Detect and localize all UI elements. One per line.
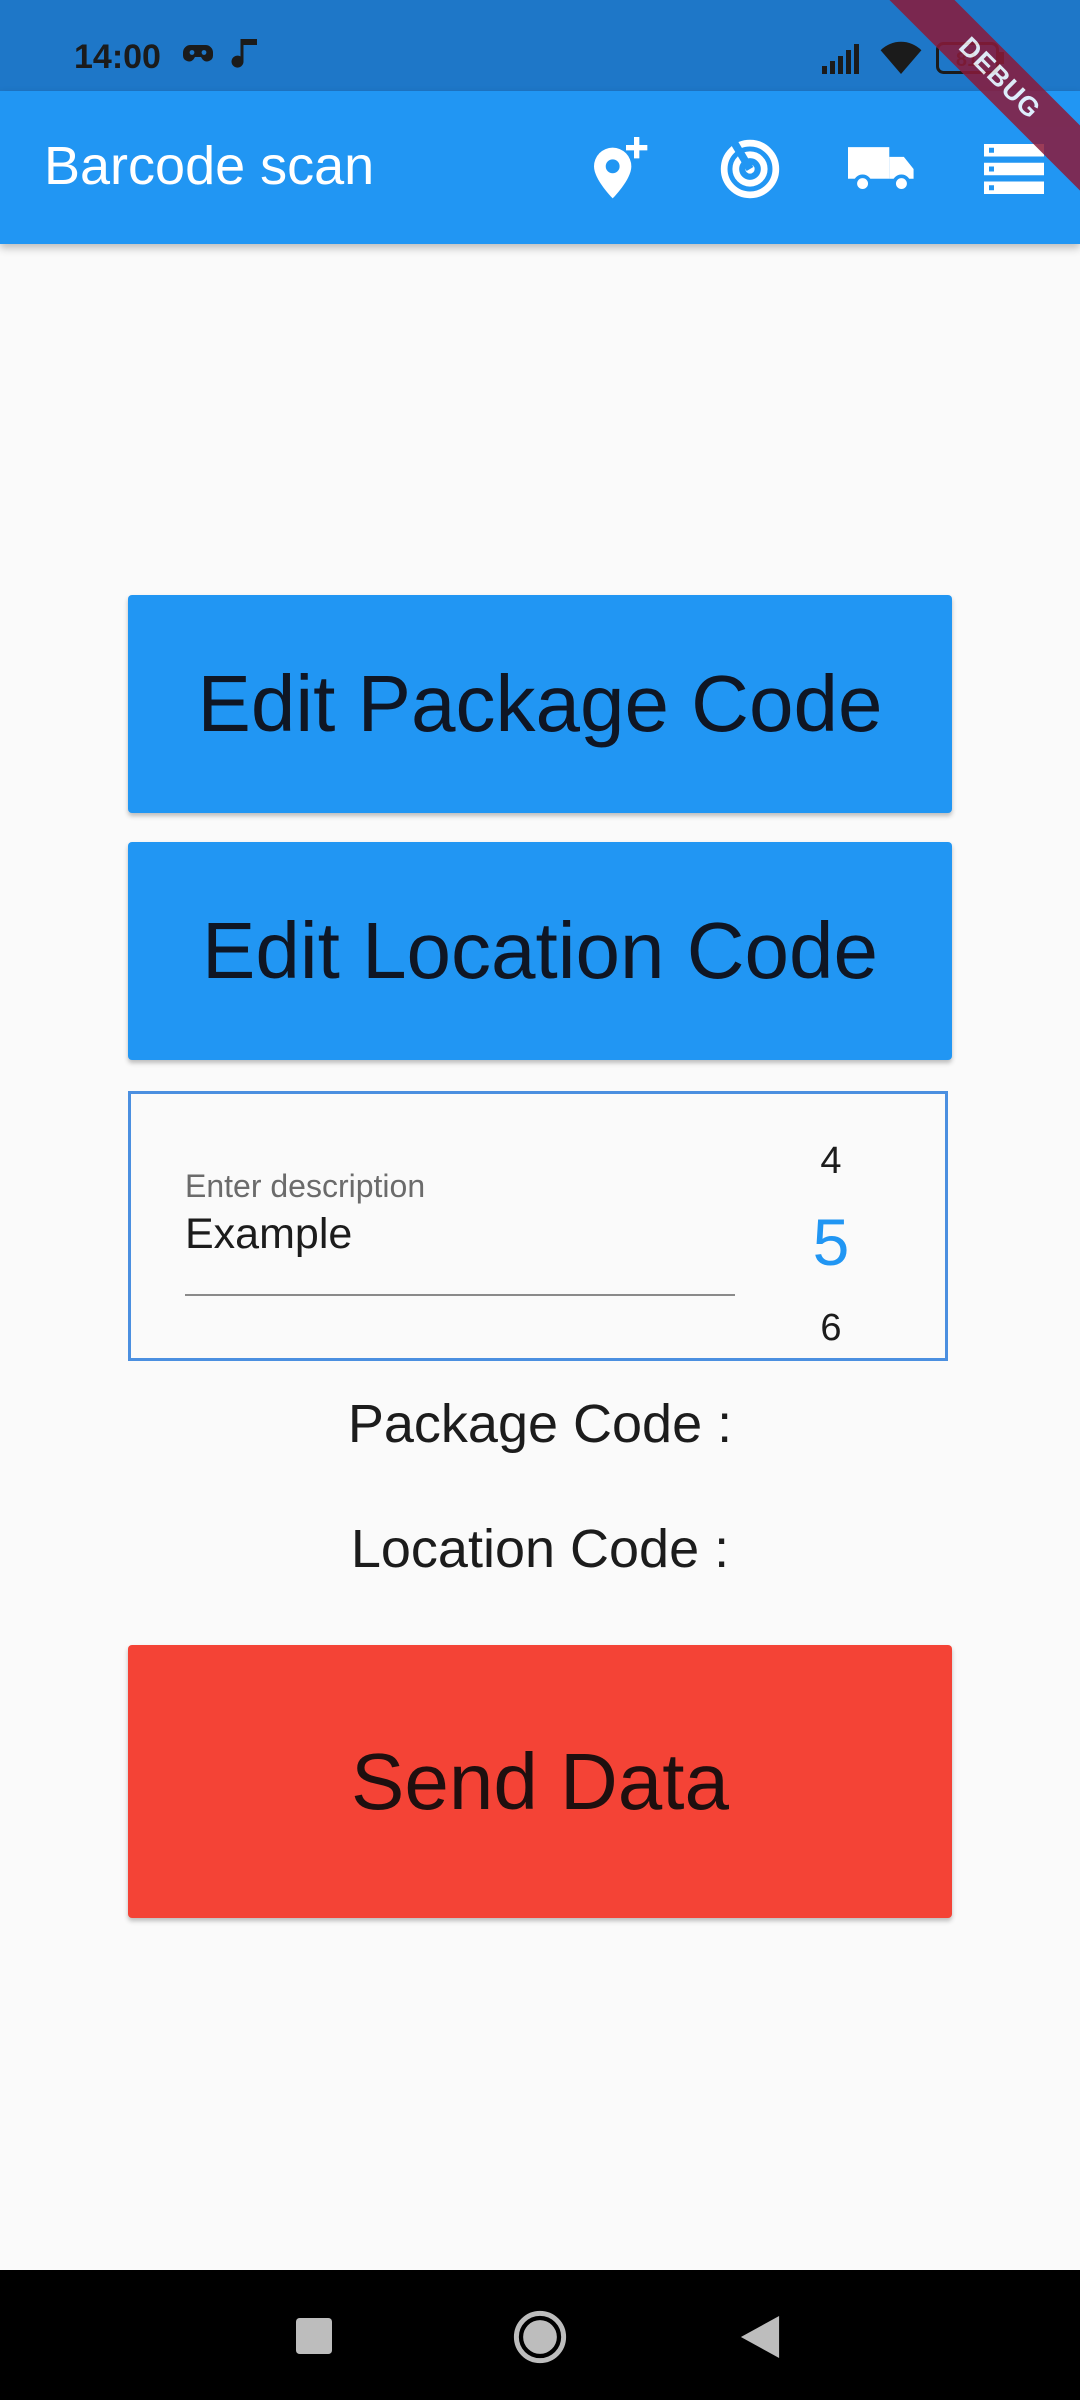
package-code-text: Package Code : bbox=[347, 1394, 733, 1454]
recents-icon[interactable] bbox=[296, 2318, 332, 2359]
send-data-button[interactable]: Send Data bbox=[128, 1645, 952, 1918]
description-input[interactable] bbox=[185, 1206, 735, 1262]
game-controller-icon bbox=[180, 36, 216, 77]
edit-location-code-button[interactable]: Edit Location Code bbox=[128, 842, 952, 1060]
back-icon[interactable] bbox=[740, 2316, 780, 2363]
description-label: Enter description bbox=[185, 1168, 426, 1204]
description-card: Enter description 4 5 6 bbox=[128, 1091, 948, 1361]
location-code-text: Location Code : bbox=[350, 1519, 730, 1579]
picker-next-value[interactable]: 6 bbox=[771, 1307, 891, 1350]
app-bar: Barcode scan bbox=[0, 91, 1080, 244]
picker-previous-value[interactable]: 4 bbox=[771, 1140, 891, 1183]
navigation-bar bbox=[0, 2270, 1080, 2400]
truck-icon[interactable] bbox=[844, 131, 920, 207]
picker-selected-value[interactable]: 5 bbox=[771, 1204, 891, 1280]
radar-icon[interactable] bbox=[712, 131, 788, 207]
number-picker[interactable]: 4 5 6 bbox=[771, 1094, 891, 1358]
status-time: 14:00 bbox=[74, 38, 161, 76]
app-title: Barcode scan bbox=[44, 136, 375, 196]
home-icon[interactable] bbox=[513, 2310, 567, 2369]
add-location-icon[interactable] bbox=[580, 131, 656, 207]
description-underline bbox=[185, 1294, 735, 1296]
edit-package-code-button[interactable]: Edit Package Code bbox=[128, 595, 952, 813]
music-note-icon bbox=[230, 36, 260, 77]
wifi-icon bbox=[880, 40, 922, 79]
signal-icon bbox=[822, 44, 862, 79]
